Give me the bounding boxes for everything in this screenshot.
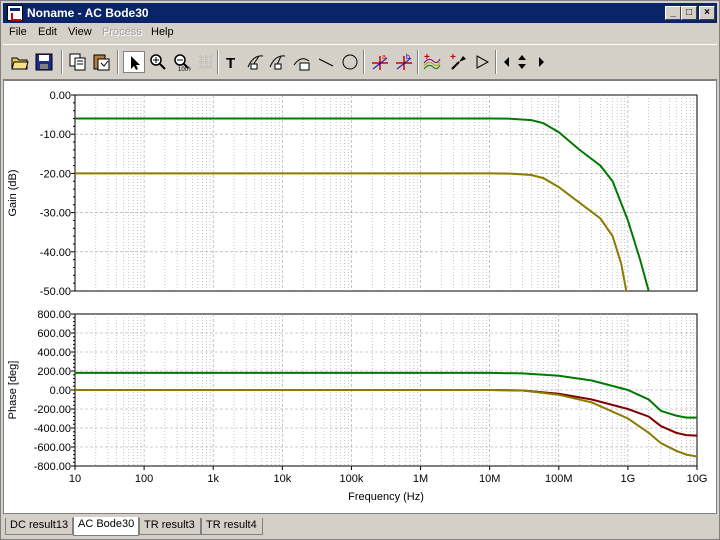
y-tick-label: 600.00: [37, 328, 71, 340]
application-window: Noname - AC Bode30 _ □ × File Edit View …: [0, 0, 720, 540]
svg-text:b: b: [406, 54, 410, 61]
y-axis-label: Gain (dB): [7, 169, 19, 216]
x-tick-label: 100M: [545, 473, 573, 485]
open-icon[interactable]: [9, 51, 31, 73]
y-tick-label: -30.00: [40, 208, 71, 220]
menu-bar: File Edit View Process Help: [3, 24, 717, 42]
text-icon[interactable]: T: [221, 51, 243, 73]
x-tick-label: 10M: [479, 473, 500, 485]
x-tick-label: 10k: [273, 473, 291, 485]
comment-icon[interactable]: [291, 51, 313, 73]
paste-icon[interactable]: [91, 51, 113, 73]
grid-icon[interactable]: [195, 51, 217, 73]
y-tick-label: -50.00: [40, 286, 71, 298]
y-tick-label: -400.00: [34, 423, 71, 435]
menu-help[interactable]: Help: [151, 26, 174, 38]
window-title: Noname - AC Bode30: [27, 6, 149, 20]
copy-icon[interactable]: [67, 51, 89, 73]
arrow-left-icon[interactable]: [499, 51, 513, 73]
toolbar-separator: [217, 50, 219, 74]
arrow-right-icon[interactable]: [533, 51, 547, 73]
y-axis-label: Phase [deg]: [7, 361, 19, 420]
circle-icon[interactable]: [339, 51, 361, 73]
y-tick-label: -800.00: [34, 461, 71, 473]
y-tick-label: 0.00: [50, 385, 71, 397]
y-tick-label: 800.00: [37, 309, 71, 321]
toolbar: 100% T a b + +: [3, 44, 717, 80]
y-tick-label: 200.00: [37, 366, 71, 378]
toolbar-separator: [61, 50, 63, 74]
y-tick-label: -40.00: [40, 247, 71, 259]
add-cursor-icon[interactable]: +: [447, 51, 469, 73]
bode-chart[interactable]: 0.00 -10.00 -20.00 -30.00 -40.00 -50.00 Gain (…: [4, 81, 716, 513]
x-axis-label: Frequency (Hz): [348, 491, 424, 503]
add-curve-icon[interactable]: +: [421, 51, 443, 73]
result-tabs: DC result13 AC Bode30 TR result3 TR resu…: [1, 516, 720, 538]
cursor-b-icon[interactable]: b: [393, 51, 415, 73]
toolbar-separator: [417, 50, 419, 74]
zoom-out-icon[interactable]: 100%: [171, 51, 193, 73]
plot-frame: [74, 94, 698, 292]
menu-process[interactable]: Process: [102, 26, 142, 38]
title-bar[interactable]: Noname - AC Bode30 _ □ ×: [3, 3, 717, 23]
y-tick-label: 400.00: [37, 347, 71, 359]
tab-ac-bode30[interactable]: AC Bode30: [73, 517, 139, 536]
x-tick-label: 100k: [340, 473, 364, 485]
svg-text:100%: 100%: [178, 67, 191, 71]
maximize-button[interactable]: □: [681, 6, 697, 20]
menu-file[interactable]: File: [9, 26, 27, 38]
bode-plot-area[interactable]: 0.00 -10.00 -20.00 -30.00 -40.00 -50.00 Gain (…: [3, 80, 717, 514]
x-tick-label: 1M: [413, 473, 428, 485]
y-tick-label: -20.00: [40, 168, 71, 180]
toolbar-separator: [495, 50, 497, 74]
cursor-a-icon[interactable]: a: [369, 51, 391, 73]
y-tick-label: 0.00: [50, 90, 71, 102]
label-icon[interactable]: [245, 51, 267, 73]
y-tick-label: -200.00: [34, 404, 71, 416]
y-tick-label: -600.00: [34, 442, 71, 454]
tab-tr-result4[interactable]: TR result4: [201, 518, 263, 535]
line-icon[interactable]: [315, 51, 337, 73]
x-tick-label: 10: [69, 473, 81, 485]
x-tick-label: 1k: [207, 473, 219, 485]
zoom-in-icon[interactable]: [147, 51, 169, 73]
pointer-icon[interactable]: [123, 51, 145, 73]
label-alt-icon[interactable]: [267, 51, 289, 73]
toolbar-separator: [363, 50, 365, 74]
menu-edit[interactable]: Edit: [38, 26, 57, 38]
x-tick-label: 1G: [621, 473, 636, 485]
x-tick-label: 100: [135, 473, 153, 485]
arrow-updown-icon[interactable]: [513, 51, 533, 73]
menu-view[interactable]: View: [68, 26, 92, 38]
marker-icon[interactable]: [471, 51, 493, 73]
svg-text:+: +: [450, 53, 456, 63]
x-tick-label: 10G: [687, 473, 708, 485]
tab-dc-result13[interactable]: DC result13: [5, 518, 73, 535]
close-button[interactable]: ×: [699, 6, 715, 20]
y-tick-label: -10.00: [40, 129, 71, 141]
minimize-button[interactable]: _: [665, 6, 681, 20]
tab-tr-result3[interactable]: TR result3: [139, 518, 201, 535]
app-icon[interactable]: [7, 5, 23, 21]
svg-text:a: a: [382, 54, 386, 61]
save-icon[interactable]: [33, 51, 55, 73]
toolbar-separator: [117, 50, 119, 74]
svg-text:T: T: [226, 55, 235, 71]
